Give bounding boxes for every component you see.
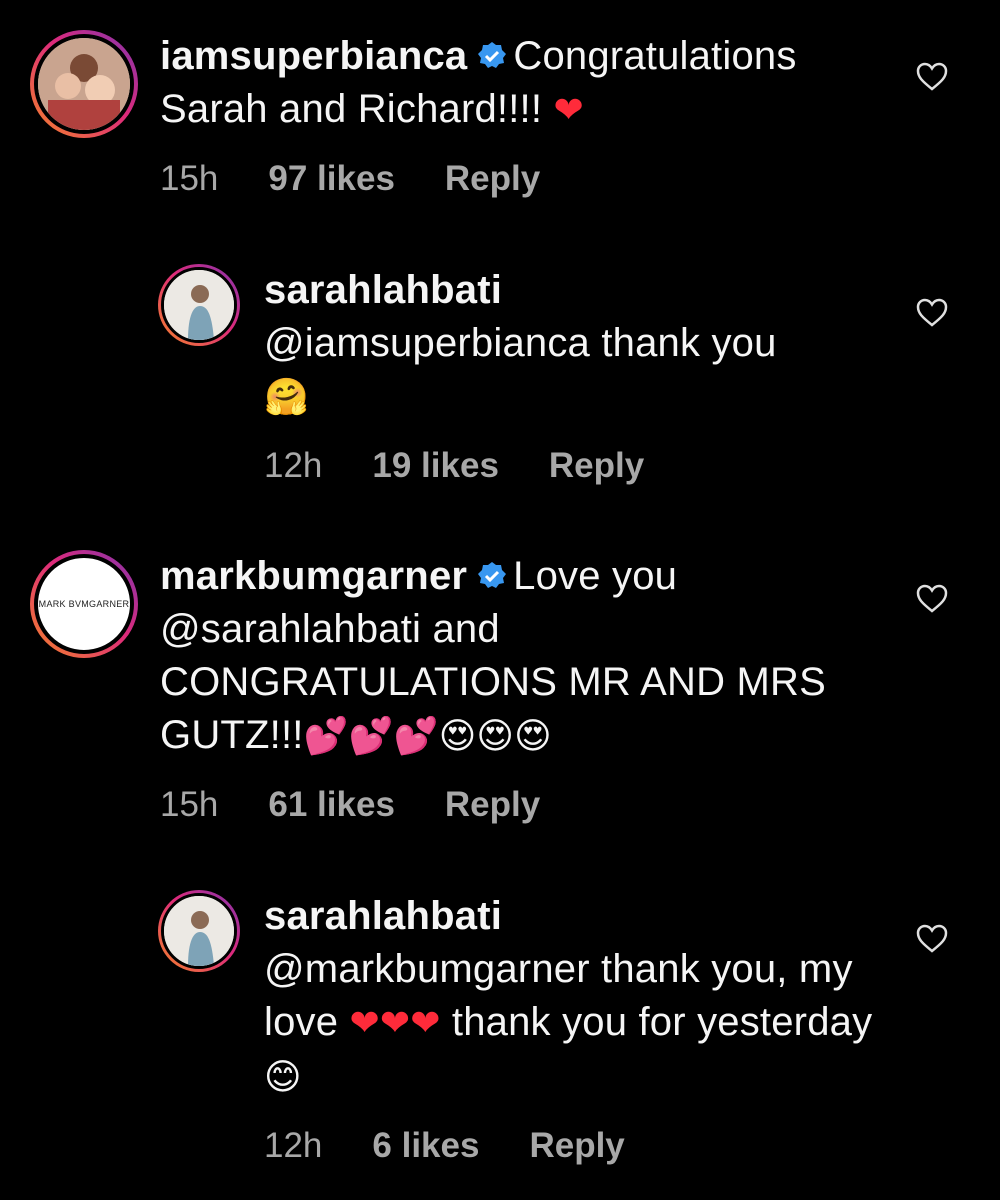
comment-text: thank you for yesterday	[440, 1000, 873, 1044]
red-heart-emoji: ❤❤❤	[349, 1003, 441, 1044]
comment-item: iamsuperbianca Congratulations Sarah and …	[30, 30, 850, 199]
mention-link[interactable]: @markbumgarner	[264, 947, 590, 991]
avatar[interactable]: MARK BVMGARNER	[30, 550, 138, 658]
mention-link[interactable]: @iamsuperbianca	[264, 321, 590, 365]
likes-count[interactable]: 6 likes	[372, 1126, 479, 1166]
username[interactable]: iamsuperbianca	[160, 34, 467, 78]
avatar-photo-icon	[164, 896, 234, 966]
avatar-photo-icon	[38, 38, 130, 130]
hugging-face-emoji: 🤗	[264, 377, 310, 418]
likes-count[interactable]: 19 likes	[372, 446, 499, 486]
timestamp: 12h	[264, 446, 323, 485]
heart-outline-icon[interactable]	[916, 584, 948, 614]
comment-meta: 15h 61 likes Reply	[160, 785, 860, 825]
avatar[interactable]	[30, 30, 138, 138]
heart-outline-icon[interactable]	[916, 62, 948, 92]
comment-item: MARK BVMGARNER markbumgarner Love you @sa…	[30, 550, 860, 825]
timestamp: 12h	[264, 1126, 323, 1165]
username[interactable]: sarahlahbati	[264, 894, 502, 938]
smiling-face-emoji: 😊	[264, 1057, 302, 1098]
heart-eyes-emoji: 😍😍😍	[438, 716, 552, 757]
timestamp: 15h	[160, 159, 219, 198]
red-heart-emoji: ❤	[553, 90, 584, 131]
comment-text: Love you	[513, 554, 678, 598]
avatar-photo-icon	[164, 270, 234, 340]
mention-link[interactable]: @sarahlahbati	[160, 607, 421, 651]
username[interactable]: markbumgarner	[160, 554, 467, 598]
verified-badge-icon	[478, 42, 507, 68]
likes-count[interactable]: 97 likes	[268, 159, 395, 199]
verified-badge-icon	[478, 562, 507, 588]
heart-outline-icon[interactable]	[916, 924, 948, 954]
username[interactable]: sarahlahbati	[264, 268, 502, 312]
reply-button[interactable]: Reply	[445, 159, 540, 199]
reply-comment-item: sarahlahbati @iamsuperbianca thank you 🤗…	[158, 264, 904, 486]
comment-meta: 12h 19 likes Reply	[264, 446, 904, 486]
two-hearts-emoji: 💕💕💕	[303, 716, 439, 757]
reply-comment-item: sarahlahbati @markbumgarner thank you, m…	[158, 890, 904, 1166]
avatar-logo-text: MARK BVMGARNER	[38, 599, 130, 609]
reply-button[interactable]: Reply	[445, 785, 540, 825]
avatar[interactable]	[158, 890, 240, 972]
likes-count[interactable]: 61 likes	[268, 785, 395, 825]
comment-text: thank you	[590, 321, 777, 365]
comment-meta: 12h 6 likes Reply	[264, 1126, 904, 1166]
timestamp: 15h	[160, 785, 219, 824]
reply-button[interactable]: Reply	[549, 446, 644, 486]
reply-button[interactable]: Reply	[529, 1126, 624, 1166]
avatar[interactable]	[158, 264, 240, 346]
heart-outline-icon[interactable]	[916, 298, 948, 328]
comment-meta: 15h 97 likes Reply	[160, 159, 850, 199]
